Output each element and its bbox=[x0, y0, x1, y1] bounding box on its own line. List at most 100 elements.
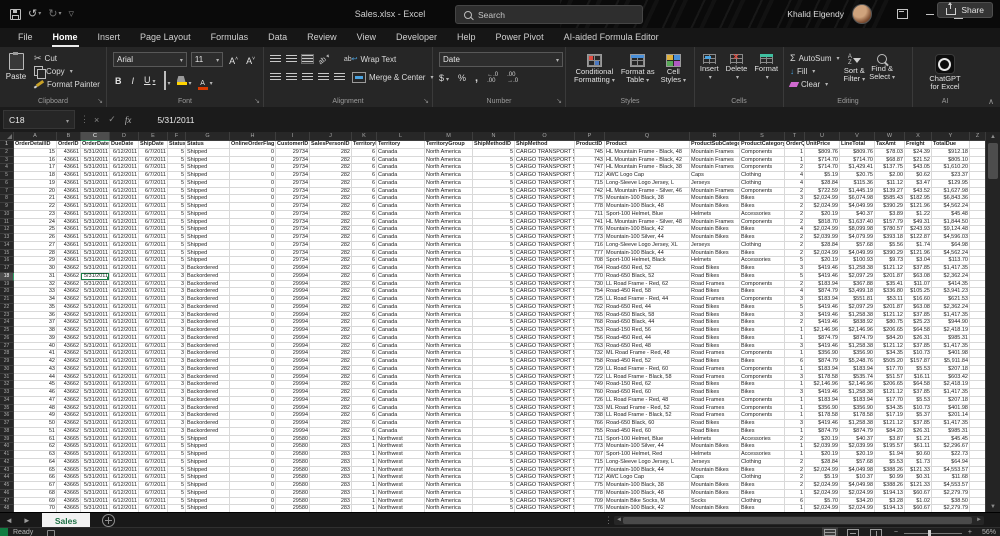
vertical-scrollbar[interactable]: ▲ ▼ bbox=[985, 132, 1000, 512]
cell-L27[interactable]: Canada bbox=[377, 343, 425, 351]
cell-D15[interactable]: 6/12/2011 bbox=[110, 250, 139, 258]
cell-K12[interactable]: 6 bbox=[352, 226, 377, 234]
cell-F43[interactable]: 5 bbox=[168, 467, 186, 475]
cell-D11[interactable]: 6/12/2011 bbox=[110, 219, 139, 227]
cell-Y20[interactable]: $3,941.23 bbox=[932, 288, 970, 296]
cell-Y43[interactable]: $4,553.57 bbox=[932, 467, 970, 475]
cell-E37[interactable]: 6/7/2011 bbox=[139, 420, 168, 428]
cell-F11[interactable]: 5 bbox=[168, 219, 186, 227]
cell-C36[interactable]: 5/31/2011 bbox=[81, 412, 110, 420]
cell-H35[interactable]: 0 bbox=[230, 405, 276, 413]
cell-Y29[interactable]: $5,911.84 bbox=[932, 358, 970, 366]
cell-R27[interactable]: Road Bikes bbox=[690, 343, 740, 351]
cell-G36[interactable]: Backordered bbox=[186, 412, 230, 420]
cell-C19[interactable]: 5/31/2011 bbox=[81, 281, 110, 289]
cell-L42[interactable]: Northwest bbox=[377, 459, 425, 467]
cell-L1[interactable]: Territory bbox=[377, 141, 425, 149]
cell-Q13[interactable]: Mountain-100 Silver, 44 bbox=[605, 234, 690, 242]
cell-I13[interactable]: 29734 bbox=[276, 234, 310, 242]
cell-O33[interactable]: CARGO TRANSPORT 5 bbox=[515, 389, 575, 397]
cell-T32[interactable]: 1 bbox=[785, 381, 805, 389]
cell-Z31[interactable] bbox=[970, 374, 986, 382]
cell-O44[interactable]: CARGO TRANSPORT 5 bbox=[515, 474, 575, 482]
cell-G15[interactable]: Shipped bbox=[186, 250, 230, 258]
cell-M2[interactable]: North America bbox=[425, 149, 473, 157]
cell-C38[interactable]: 5/31/2011 bbox=[81, 428, 110, 436]
cell-A16[interactable]: 29 bbox=[14, 257, 57, 265]
cell-S28[interactable]: Components bbox=[740, 350, 785, 358]
cell-W32[interactable]: $206.65 bbox=[875, 381, 905, 389]
cell-K26[interactable]: 6 bbox=[352, 335, 377, 343]
enter-icon[interactable]: ✓ bbox=[108, 114, 116, 125]
cell-R35[interactable]: Road Frames bbox=[690, 405, 740, 413]
cell-Y39[interactable]: $45.45 bbox=[932, 436, 970, 444]
cell-D42[interactable]: 6/12/2011 bbox=[110, 459, 139, 467]
cell-A8[interactable]: 21 bbox=[14, 195, 57, 203]
cell-K20[interactable]: 6 bbox=[352, 288, 377, 296]
cell-V34[interactable]: $183.94 bbox=[840, 397, 875, 405]
cell-D43[interactable]: 6/12/2011 bbox=[110, 467, 139, 475]
cell-N44[interactable]: 5 bbox=[473, 474, 515, 482]
cell-M42[interactable]: North America bbox=[425, 459, 473, 467]
cell-O7[interactable]: CARGO TRANSPORT 5 bbox=[515, 188, 575, 196]
view-normal-icon[interactable] bbox=[824, 529, 836, 536]
cell-S15[interactable]: Bikes bbox=[740, 250, 785, 258]
cell-Z13[interactable] bbox=[970, 234, 986, 242]
cell-S21[interactable]: Components bbox=[740, 296, 785, 304]
cell-J44[interactable]: 283 bbox=[310, 474, 352, 482]
cell-X8[interactable]: $182.95 bbox=[905, 195, 932, 203]
cell-G3[interactable]: Shipped bbox=[186, 157, 230, 165]
cell-T38[interactable]: 1 bbox=[785, 428, 805, 436]
cell-E18[interactable]: 6/7/2011 bbox=[139, 273, 168, 281]
cell-X20[interactable]: $105.25 bbox=[905, 288, 932, 296]
cell-W19[interactable]: $35.41 bbox=[875, 281, 905, 289]
cell-B23[interactable]: 43662 bbox=[57, 312, 81, 320]
cell-P33[interactable]: 760 bbox=[575, 389, 605, 397]
cell-N35[interactable]: 5 bbox=[473, 405, 515, 413]
cell-L41[interactable]: Northwest bbox=[377, 451, 425, 459]
cell-V37[interactable]: $1,258.38 bbox=[840, 420, 875, 428]
cell-E15[interactable]: 6/7/2011 bbox=[139, 250, 168, 258]
cell-N15[interactable]: 5 bbox=[473, 250, 515, 258]
cell-F22[interactable]: 3 bbox=[168, 304, 186, 312]
cell-Y30[interactable]: $207.18 bbox=[932, 366, 970, 374]
cell-S43[interactable]: Bikes bbox=[740, 467, 785, 475]
cell-F32[interactable]: 3 bbox=[168, 381, 186, 389]
cell-R28[interactable]: Road Frames bbox=[690, 350, 740, 358]
cell-G21[interactable]: Backordered bbox=[186, 296, 230, 304]
dialog-launcher-icon[interactable] bbox=[423, 98, 429, 105]
cell-H8[interactable]: 0 bbox=[230, 195, 276, 203]
cell-X7[interactable]: $43.52 bbox=[905, 188, 932, 196]
cell-M19[interactable]: North America bbox=[425, 281, 473, 289]
name-box-resize-handle[interactable] bbox=[80, 114, 89, 125]
cell-W44[interactable]: $0.99 bbox=[875, 474, 905, 482]
cell-K43[interactable]: 1 bbox=[352, 467, 377, 475]
cell-Y6[interactable]: $129.95 bbox=[932, 180, 970, 188]
cell-Q35[interactable]: ML Road Frame - Red, 52 bbox=[605, 405, 690, 413]
cell-C20[interactable]: 5/31/2011 bbox=[81, 288, 110, 296]
cell-A14[interactable]: 27 bbox=[14, 242, 57, 250]
cell-J19[interactable]: 282 bbox=[310, 281, 352, 289]
cell-B42[interactable]: 43665 bbox=[57, 459, 81, 467]
cell-D10[interactable]: 6/12/2011 bbox=[110, 211, 139, 219]
cell-O5[interactable]: CARGO TRANSPORT 5 bbox=[515, 172, 575, 180]
cell-A43[interactable]: 65 bbox=[14, 467, 57, 475]
cell-W40[interactable]: $195.57 bbox=[875, 443, 905, 451]
cell-S18[interactable]: Bikes bbox=[740, 273, 785, 281]
cell-E11[interactable]: 6/7/2011 bbox=[139, 219, 168, 227]
percent-style-button[interactable]: % bbox=[458, 73, 466, 83]
tab-home[interactable]: Home bbox=[43, 28, 88, 47]
cell-S37[interactable]: Bikes bbox=[740, 420, 785, 428]
cell-B37[interactable]: 43662 bbox=[57, 420, 81, 428]
cell-U47[interactable]: $5.70 bbox=[805, 498, 840, 506]
cell-T33[interactable]: 3 bbox=[785, 389, 805, 397]
cell-H16[interactable]: 0 bbox=[230, 257, 276, 265]
cell-J39[interactable]: 283 bbox=[310, 436, 352, 444]
cell-Q17[interactable]: Road-650 Red, 52 bbox=[605, 265, 690, 273]
cell-I11[interactable]: 29734 bbox=[276, 219, 310, 227]
cell-U6[interactable]: $28.84 bbox=[805, 180, 840, 188]
column-header-E[interactable]: E bbox=[139, 132, 168, 141]
cell-P38[interactable]: 755 bbox=[575, 428, 605, 436]
tab-data[interactable]: Data bbox=[258, 28, 297, 47]
cell-O46[interactable]: CARGO TRANSPORT 5 bbox=[515, 490, 575, 498]
